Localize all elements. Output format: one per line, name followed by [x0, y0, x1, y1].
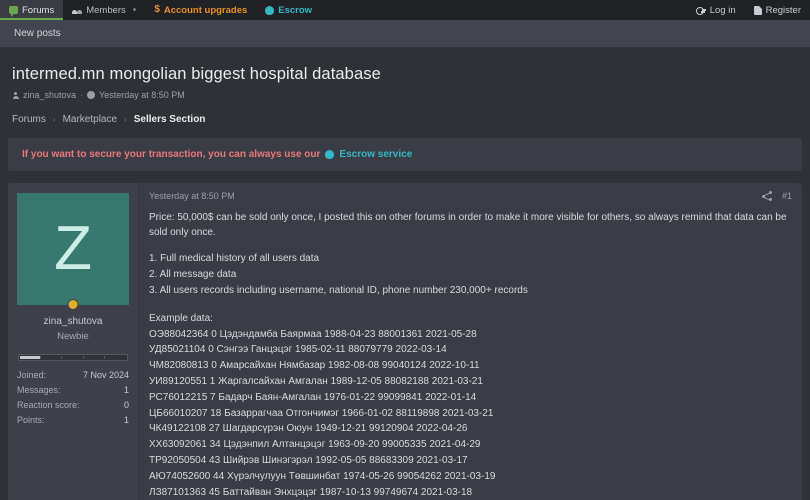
- nav-item-account-upgrades[interactable]: $ Account upgrades: [145, 0, 256, 20]
- meta-separator: ·: [80, 90, 84, 100]
- login-button[interactable]: Log in: [687, 0, 745, 20]
- main-navigation-bar: Forums Members ▾ $ Account upgrades Escr…: [0, 0, 810, 20]
- post-body: Price: 50,000$ can be sold only once, I …: [149, 210, 792, 500]
- stat-label: Reaction score:: [17, 399, 80, 410]
- nav-right-group: Log in Register: [687, 0, 810, 20]
- data-row: УИ89120551 1 Жаргалсайхан Амгалан 1989-1…: [149, 375, 483, 387]
- nav-item-forums-label: Forums: [22, 4, 55, 16]
- nav-item-escrow-label: Escrow: [278, 4, 313, 16]
- post-header-actions: #1: [761, 191, 792, 201]
- example-data-list: ОЭ88042364 0 Цэдэндамба Баярмаа 1988-04-…: [149, 327, 792, 500]
- nav-item-members-label: Members: [86, 4, 126, 16]
- breadcrumb-separator-icon: ›: [124, 115, 127, 124]
- rank-progress-bar: [18, 354, 128, 361]
- data-row: ЦБ66010207 18 Базаррагчаа Отгончимэг 196…: [149, 407, 494, 419]
- thread-meta: zina_shutova · Yesterday at 8:50 PM: [12, 90, 798, 100]
- rank-segment: [85, 356, 106, 359]
- breadcrumb-item-sellers-section[interactable]: Sellers Section: [134, 114, 206, 125]
- stat-value: 0: [123, 399, 129, 410]
- breadcrumb: Forums › Marketplace › Sellers Section: [8, 106, 802, 134]
- page-title: intermed.mn mongolian biggest hospital d…: [12, 65, 381, 83]
- data-row: ЧК49122108 27 Шагдарсүрэн Оюун 1949-12-2…: [149, 423, 468, 435]
- data-row: ЛЗ87101363 45 Баттайван Энхцэцэг 1987-10…: [149, 486, 473, 498]
- stat-label: Messages:: [17, 384, 61, 395]
- data-row: ОЭ88042364 0 Цэдэндамба Баярмаа 1988-04-…: [149, 328, 477, 340]
- rank-segment: [20, 356, 41, 359]
- nav-item-forums[interactable]: Forums: [0, 0, 64, 20]
- author-stats: Joined: 7 Nov 2024 Messages: 1 Reaction …: [16, 367, 130, 427]
- stat-label: Joined:: [17, 369, 47, 380]
- register-card-icon: [753, 5, 762, 15]
- stat-row: Reaction score: 0: [16, 397, 130, 412]
- post-intro-text: Price: 50,000$ can be sold only once, I …: [149, 212, 787, 238]
- avatar[interactable]: Z: [17, 193, 129, 310]
- breadcrumb-separator-icon: ›: [52, 115, 56, 124]
- dollar-icon: $: [154, 4, 160, 15]
- forums-icon: [9, 6, 18, 17]
- status-badge: [67, 299, 79, 310]
- data-row: УД85021104 0 Сэнгээ Ганцэцэг 1985-02-11 …: [149, 344, 447, 356]
- post-container: Z zina_shutova Newbie Joined: 7 Nov 2024…: [8, 183, 802, 500]
- post-number[interactable]: #1: [782, 191, 792, 201]
- clock-icon: [87, 91, 96, 99]
- stat-label: Points:: [17, 414, 45, 425]
- nav-item-account-upgrades-label: Account upgrades: [163, 4, 248, 16]
- list-item: 1. Full medical history of all users dat…: [149, 253, 320, 264]
- thread-date: Yesterday at 8:50 PM: [99, 90, 185, 100]
- escrow-shield-icon: [325, 150, 335, 159]
- nav-item-members[interactable]: Members ▾: [63, 0, 145, 20]
- stat-value: 1: [123, 414, 129, 425]
- nav-item-escrow[interactable]: Escrow: [256, 0, 321, 20]
- stat-value: 7 Nov 2024: [82, 369, 129, 380]
- rank-segment: [106, 356, 126, 359]
- data-row: РС76012215 7 Бадарч Баян-Амгалан 1976-01…: [149, 391, 477, 403]
- post-feature-list: 1. Full medical history of all users dat…: [149, 251, 792, 300]
- author-rank: Newbie: [57, 331, 89, 342]
- example-data-label: Example data:: [149, 312, 213, 324]
- secondary-navigation-bar: New posts: [0, 20, 810, 48]
- post-date: Yesterday at 8:50 PM: [149, 191, 235, 201]
- escrow-shield-icon: [265, 5, 275, 15]
- stat-row: Messages: 1: [16, 382, 130, 397]
- breadcrumb-item-marketplace[interactable]: Marketplace: [63, 114, 117, 125]
- post-header: Yesterday at 8:50 PM #1: [149, 191, 792, 210]
- avatar-letter: Z: [54, 214, 92, 283]
- thread-author[interactable]: zina_shutova: [23, 90, 76, 100]
- stat-row: Joined: 7 Nov 2024: [16, 367, 130, 382]
- register-button[interactable]: Register: [745, 0, 810, 20]
- data-row: ТР92050504 43 Шийрэв Шинэгэрэл 1992-05-0…: [149, 454, 468, 466]
- breadcrumb-item-forums[interactable]: Forums: [12, 114, 46, 125]
- escrow-notice-banner: If you want to secure your transaction, …: [8, 138, 802, 171]
- page-content: intermed.mn mongolian biggest hospital d…: [0, 48, 810, 500]
- data-row: АЮ74052600 44 Хүрэлчулуун Төвшинбат 1974…: [149, 470, 496, 482]
- members-icon: [72, 6, 83, 14]
- share-icon[interactable]: [761, 191, 772, 201]
- escrow-notice-text: If you want to secure your transaction, …: [22, 149, 321, 160]
- rank-segment: [63, 356, 84, 359]
- stat-row: Points: 1: [16, 412, 130, 427]
- list-item: 2. All message data: [149, 269, 237, 281]
- list-item: 3. All users records including username,…: [149, 285, 528, 297]
- data-row: ЧМ82080813 0 Амарсайхан Нямбазар 1982-08…: [149, 360, 480, 372]
- key-icon: [695, 6, 706, 15]
- new-posts-link[interactable]: New posts: [14, 28, 61, 39]
- nav-left-group: Forums Members ▾ $ Account upgrades Escr…: [0, 0, 321, 20]
- data-row: ХХ63092061 34 Цэдэнпил Алтанцэцэг 1963-0…: [149, 439, 481, 451]
- rank-segment: [42, 356, 63, 359]
- post-main: Yesterday at 8:50 PM #1 Price: 50,000$ c…: [139, 183, 802, 500]
- author-username[interactable]: zina_shutova: [16, 316, 130, 327]
- post-author-card: Z zina_shutova Newbie Joined: 7 Nov 2024…: [8, 183, 139, 500]
- stat-value: 1: [123, 384, 129, 395]
- register-label: Register: [765, 4, 801, 16]
- chevron-down-icon: ▾: [132, 7, 137, 14]
- escrow-service-link[interactable]: Escrow service: [339, 149, 412, 160]
- login-label: Log in: [709, 4, 736, 16]
- user-icon: [12, 91, 19, 99]
- thread-title-block: intermed.mn mongolian biggest hospital d…: [8, 48, 802, 106]
